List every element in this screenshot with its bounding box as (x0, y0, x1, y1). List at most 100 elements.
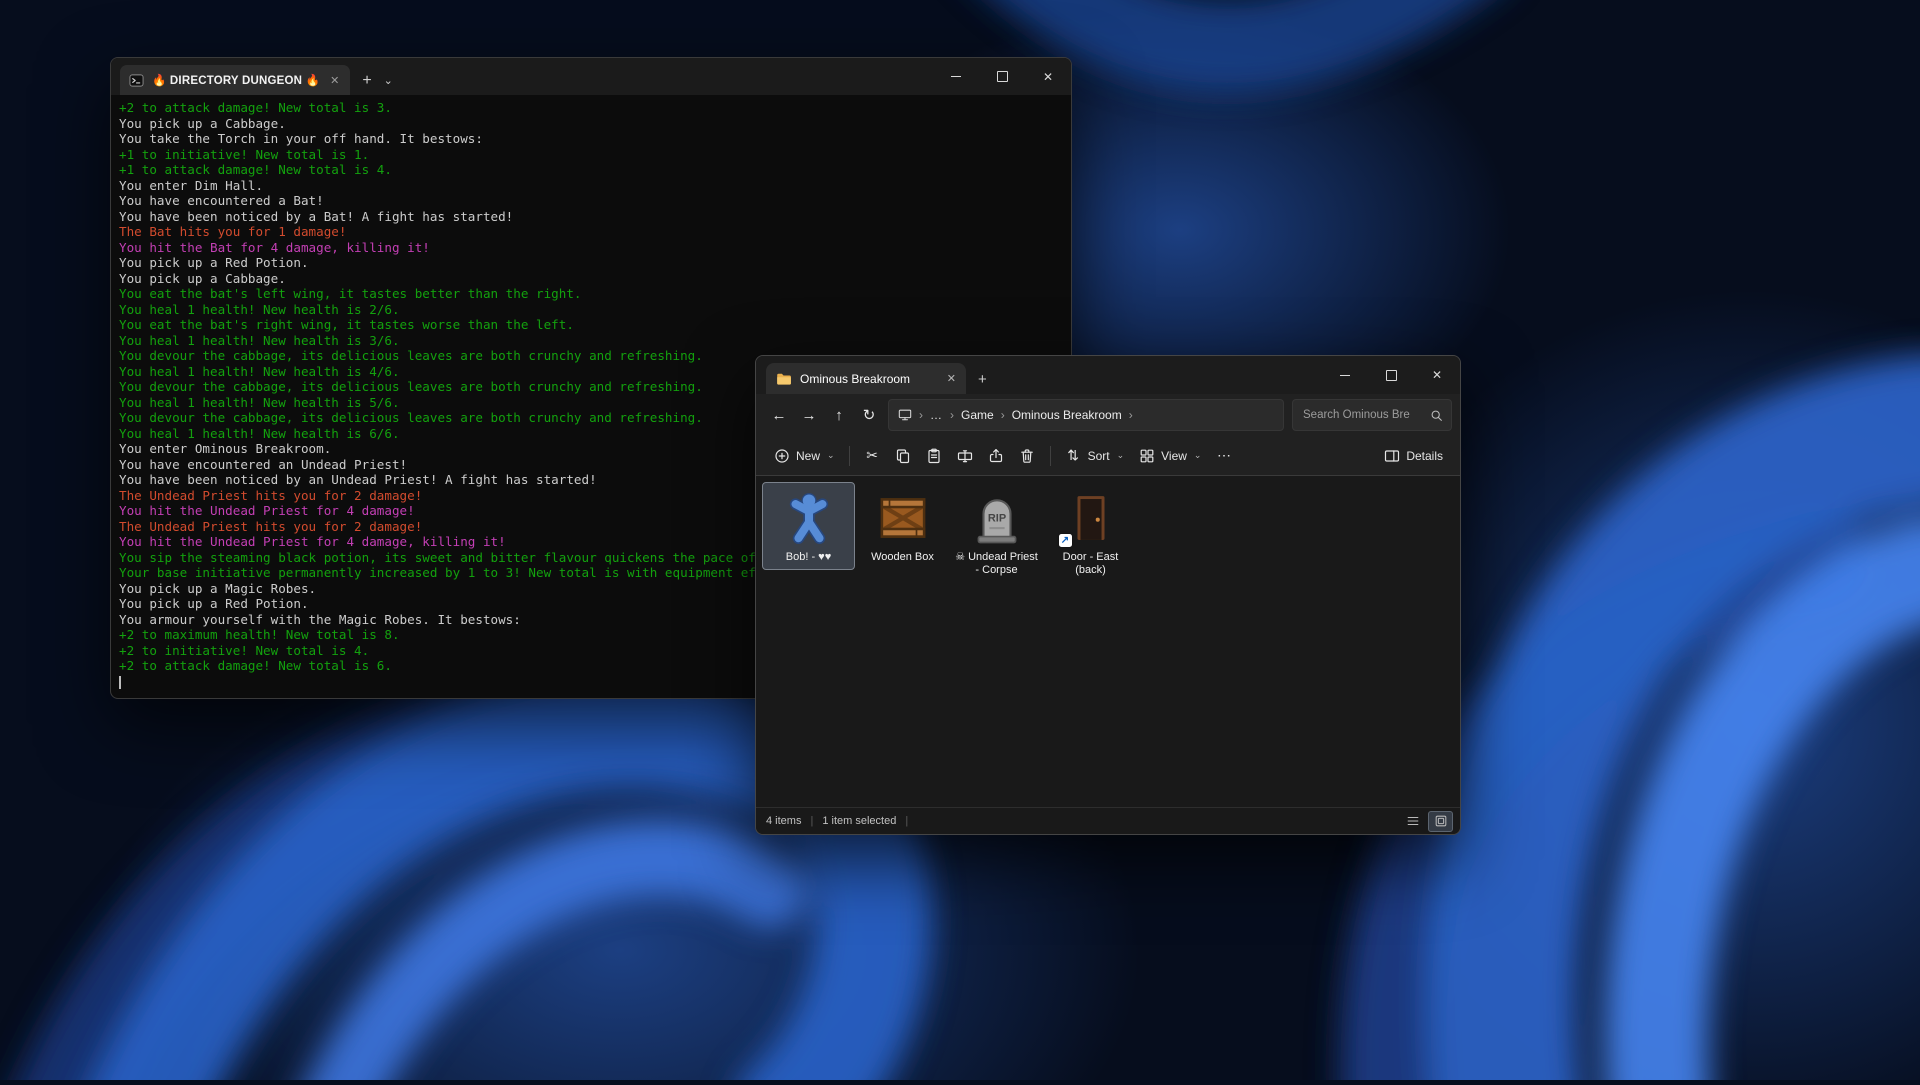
back-button[interactable]: ← (764, 400, 794, 430)
terminal-line: You have been noticed by a Bat! A fight … (119, 209, 1071, 225)
minimize-button[interactable] (933, 58, 979, 95)
maximize-button[interactable] (979, 58, 1025, 95)
cut-button[interactable]: ✂ (857, 441, 888, 470)
door-icon: ↗ (1059, 489, 1123, 547)
copy-button[interactable] (888, 441, 919, 470)
explorer-status-bar: 4 items | 1 item selected | (756, 807, 1460, 834)
tab-close-icon[interactable]: ✕ (947, 372, 956, 385)
up-button[interactable]: ↑ (824, 400, 854, 430)
search-box[interactable] (1292, 399, 1452, 431)
view-toggles (1401, 808, 1453, 834)
large-icons-view-toggle[interactable] (1428, 811, 1453, 832)
breadcrumb-item-game[interactable]: Game (961, 408, 994, 422)
new-button[interactable]: New ⌄ (766, 441, 842, 470)
close-button[interactable]: ✕ (1414, 356, 1460, 394)
file-item-bob[interactable]: Bob! - ♥♥ (762, 482, 855, 570)
terminal-line: +1 to attack damage! New total is 4. (119, 162, 1071, 178)
terminal-line: You heal 1 health! New health is 2/6. (119, 302, 1071, 318)
file-list-area[interactable]: Bob! - ♥♥ Wooden Box RIP ☠ Undead Priest… (756, 476, 1460, 807)
maximize-icon (997, 71, 1008, 82)
view-grid-icon (1138, 447, 1155, 464)
file-item-door-east-back[interactable]: ↗ Door - East (back) (1044, 482, 1137, 582)
tab-close-icon[interactable]: ✕ (328, 74, 341, 87)
person-icon (777, 489, 841, 547)
more-options-button[interactable]: ⋯ (1208, 441, 1239, 470)
sort-button[interactable]: ⇅ Sort ⌄ (1058, 441, 1132, 470)
terminal-cursor (119, 676, 121, 689)
tab-dropdown-icon[interactable]: ⌄ (384, 74, 393, 87)
file-name: Wooden Box (871, 551, 934, 564)
new-tab-button[interactable]: + (362, 73, 371, 89)
terminal-line: You pick up a Red Potion. (119, 255, 1071, 271)
scissors-icon: ✂ (864, 447, 881, 464)
breadcrumb-chevron-icon[interactable]: › (1129, 408, 1133, 422)
view-button-label: View (1161, 449, 1187, 463)
terminal-line: +2 to attack damage! New total is 3. (119, 100, 1071, 116)
new-button-label: New (796, 449, 820, 463)
refresh-button[interactable]: ↻ (854, 400, 884, 430)
copy-icon (895, 447, 912, 464)
folder-icon (776, 371, 792, 387)
minimize-icon (1340, 375, 1350, 376)
rename-button[interactable] (950, 441, 981, 470)
selection-count: 1 item selected (822, 815, 896, 827)
sort-arrows-icon: ⇅ (1065, 447, 1082, 464)
terminal-line: You pick up a Cabbage. (119, 271, 1071, 287)
address-bar[interactable]: › … › Game › Ominous Breakroom › (888, 399, 1284, 431)
trash-icon (1019, 447, 1036, 464)
toolbar-divider (1050, 446, 1051, 466)
terminal-window-controls: ✕ (933, 58, 1071, 95)
explorer-tab-title: Ominous Breakroom (800, 372, 939, 386)
explorer-window: Ominous Breakroom ✕ + ✕ ← → ↑ ↻ › … › Ga… (755, 355, 1461, 835)
view-button[interactable]: View ⌄ (1131, 441, 1208, 470)
file-item-undead-priest-corpse[interactable]: RIP ☠ Undead Priest - Corpse (950, 482, 1043, 582)
maximize-button[interactable] (1368, 356, 1414, 394)
search-input[interactable] (1301, 408, 1424, 422)
close-button[interactable]: ✕ (1025, 58, 1071, 95)
chevron-down-icon: ⌄ (1117, 450, 1125, 461)
terminal-line: The Bat hits you for 1 damage! (119, 224, 1071, 240)
terminal-tab-title: 🔥 DIRECTORY DUNGEON 🔥 (152, 73, 320, 87)
explorer-tab[interactable]: Ominous Breakroom ✕ (766, 363, 966, 394)
chevron-down-icon: ⌄ (827, 450, 835, 461)
toolbar-divider (849, 446, 850, 466)
breadcrumb-chevron-icon[interactable]: › (1001, 408, 1005, 422)
rename-icon (957, 447, 974, 464)
ellipsis-icon: ⋯ (1215, 447, 1232, 464)
file-name: ☠ Undead Priest - Corpse (955, 551, 1039, 576)
plus-circle-icon (773, 447, 790, 464)
terminal-line: You pick up a Cabbage. (119, 116, 1071, 132)
paste-button[interactable] (919, 441, 950, 470)
file-name: Bob! - ♥♥ (786, 551, 831, 564)
status-divider: | (905, 815, 908, 827)
new-tab-button[interactable]: + (978, 373, 987, 387)
status-divider: | (810, 815, 813, 827)
paste-icon (926, 447, 943, 464)
terminal-titlebar[interactable]: 🔥 DIRECTORY DUNGEON 🔥 ✕ + ⌄ ✕ (111, 58, 1071, 95)
breadcrumb-chevron-icon[interactable]: › (919, 408, 923, 422)
explorer-window-controls: ✕ (1322, 356, 1460, 394)
sort-button-label: Sort (1088, 449, 1110, 463)
chevron-down-icon: ⌄ (1194, 450, 1202, 461)
terminal-line: +1 to initiative! New total is 1. (119, 147, 1071, 163)
file-name: Door - East (back) (1049, 551, 1133, 576)
details-button[interactable]: Details (1376, 441, 1450, 470)
breadcrumb-chevron-icon[interactable]: › (950, 408, 954, 422)
minimize-button[interactable] (1322, 356, 1368, 394)
details-view-toggle[interactable] (1401, 812, 1424, 831)
file-item-wooden-box[interactable]: Wooden Box (856, 482, 949, 570)
tombstone-icon: RIP (965, 489, 1029, 547)
shortcut-arrow-badge: ↗ (1059, 534, 1072, 547)
item-count: 4 items (766, 815, 801, 827)
forward-button[interactable]: → (794, 400, 824, 430)
breadcrumb-item-ominous-breakroom[interactable]: Ominous Breakroom (1012, 408, 1122, 422)
terminal-app-icon (129, 73, 144, 88)
explorer-titlebar[interactable]: Ominous Breakroom ✕ + ✕ (756, 356, 1460, 394)
search-icon[interactable] (1430, 409, 1443, 422)
delete-button[interactable] (1012, 441, 1043, 470)
terminal-tab[interactable]: 🔥 DIRECTORY DUNGEON 🔥 ✕ (120, 65, 350, 95)
maximize-icon (1386, 370, 1397, 381)
details-button-label: Details (1406, 449, 1443, 463)
share-button[interactable] (981, 441, 1012, 470)
breadcrumb-overflow[interactable]: … (930, 408, 943, 422)
